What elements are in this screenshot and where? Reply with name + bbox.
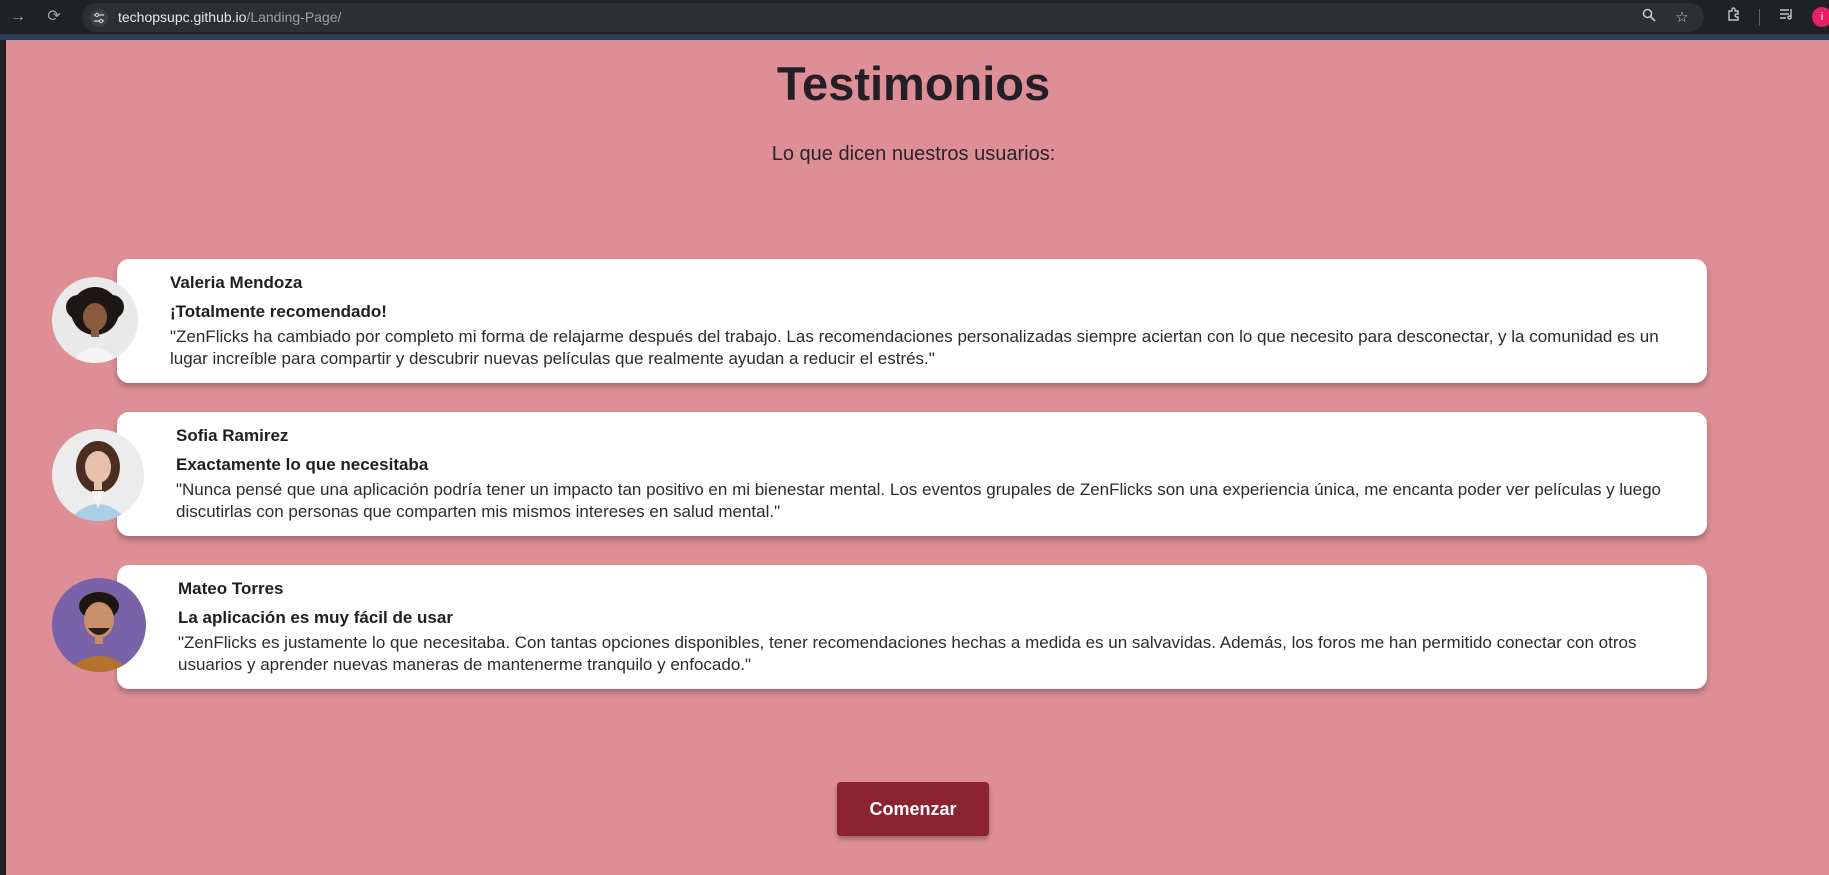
testimonial-card-1: Valeria Mendoza ¡Totalmente recomendado!…	[52, 259, 1712, 385]
browser-toolbar: → ⟳ techopsupc.github.io/Landing-Page/ ☆…	[0, 0, 1829, 40]
start-button[interactable]: Comenzar	[837, 782, 989, 836]
site-info-icon[interactable]	[90, 9, 108, 27]
extensions-icon[interactable]	[1723, 6, 1745, 28]
toolbar-divider	[1759, 9, 1760, 26]
testimonial-card-body: Sofia Ramirez Exactamente lo que necesit…	[117, 412, 1707, 536]
avatar	[52, 578, 146, 672]
url-text[interactable]: techopsupc.github.io/Landing-Page/	[118, 3, 341, 32]
testimonial-headline: La aplicación es muy fácil de usar	[178, 608, 453, 627]
section-title: Testimonios	[776, 57, 1051, 110]
testimonial-card-body: Valeria Mendoza ¡Totalmente recomendado!…	[117, 259, 1707, 383]
testimonial-quote: "Nunca pensé que una aplicación podría t…	[176, 480, 1661, 521]
testimonial-headline: ¡Totalmente recomendado!	[170, 302, 387, 321]
reading-list-icon[interactable]	[1776, 6, 1798, 28]
url-host: techopsupc.github.io	[118, 9, 247, 25]
profile-avatar[interactable]: i	[1812, 7, 1829, 27]
section-subtitle: Lo que dicen nuestros usuarios:	[771, 143, 1056, 165]
forward-icon[interactable]: →	[7, 6, 29, 28]
testimonial-card-2: Sofia Ramirez Exactamente lo que necesit…	[52, 412, 1712, 538]
testimonial-quote: "ZenFlicks es justamente lo que necesita…	[178, 633, 1637, 674]
avatar	[52, 429, 144, 521]
address-bar[interactable]: techopsupc.github.io/Landing-Page/ ☆	[82, 3, 1704, 32]
testimonial-headline: Exactamente lo que necesitaba	[176, 455, 429, 474]
zoom-icon[interactable]	[1638, 7, 1660, 29]
avatar	[52, 277, 138, 363]
testimonial-quote: "ZenFlicks ha cambiado por completo mi f…	[170, 327, 1659, 368]
testimonial-card-body: Mateo Torres La aplicación es muy fácil …	[117, 565, 1707, 689]
url-path: /Landing-Page/	[246, 9, 342, 25]
testimonial-name: Valeria Mendoza	[170, 273, 303, 292]
bookmark-star-icon[interactable]: ☆	[1671, 7, 1693, 29]
reload-icon[interactable]: ⟳	[43, 6, 65, 28]
testimonials-section: Testimonios Lo que dicen nuestros usuari…	[6, 40, 1829, 875]
testimonial-card-3: Mateo Torres La aplicación es muy fácil …	[52, 565, 1712, 691]
testimonial-name: Sofia Ramirez	[176, 426, 289, 445]
testimonial-name: Mateo Torres	[178, 579, 284, 598]
